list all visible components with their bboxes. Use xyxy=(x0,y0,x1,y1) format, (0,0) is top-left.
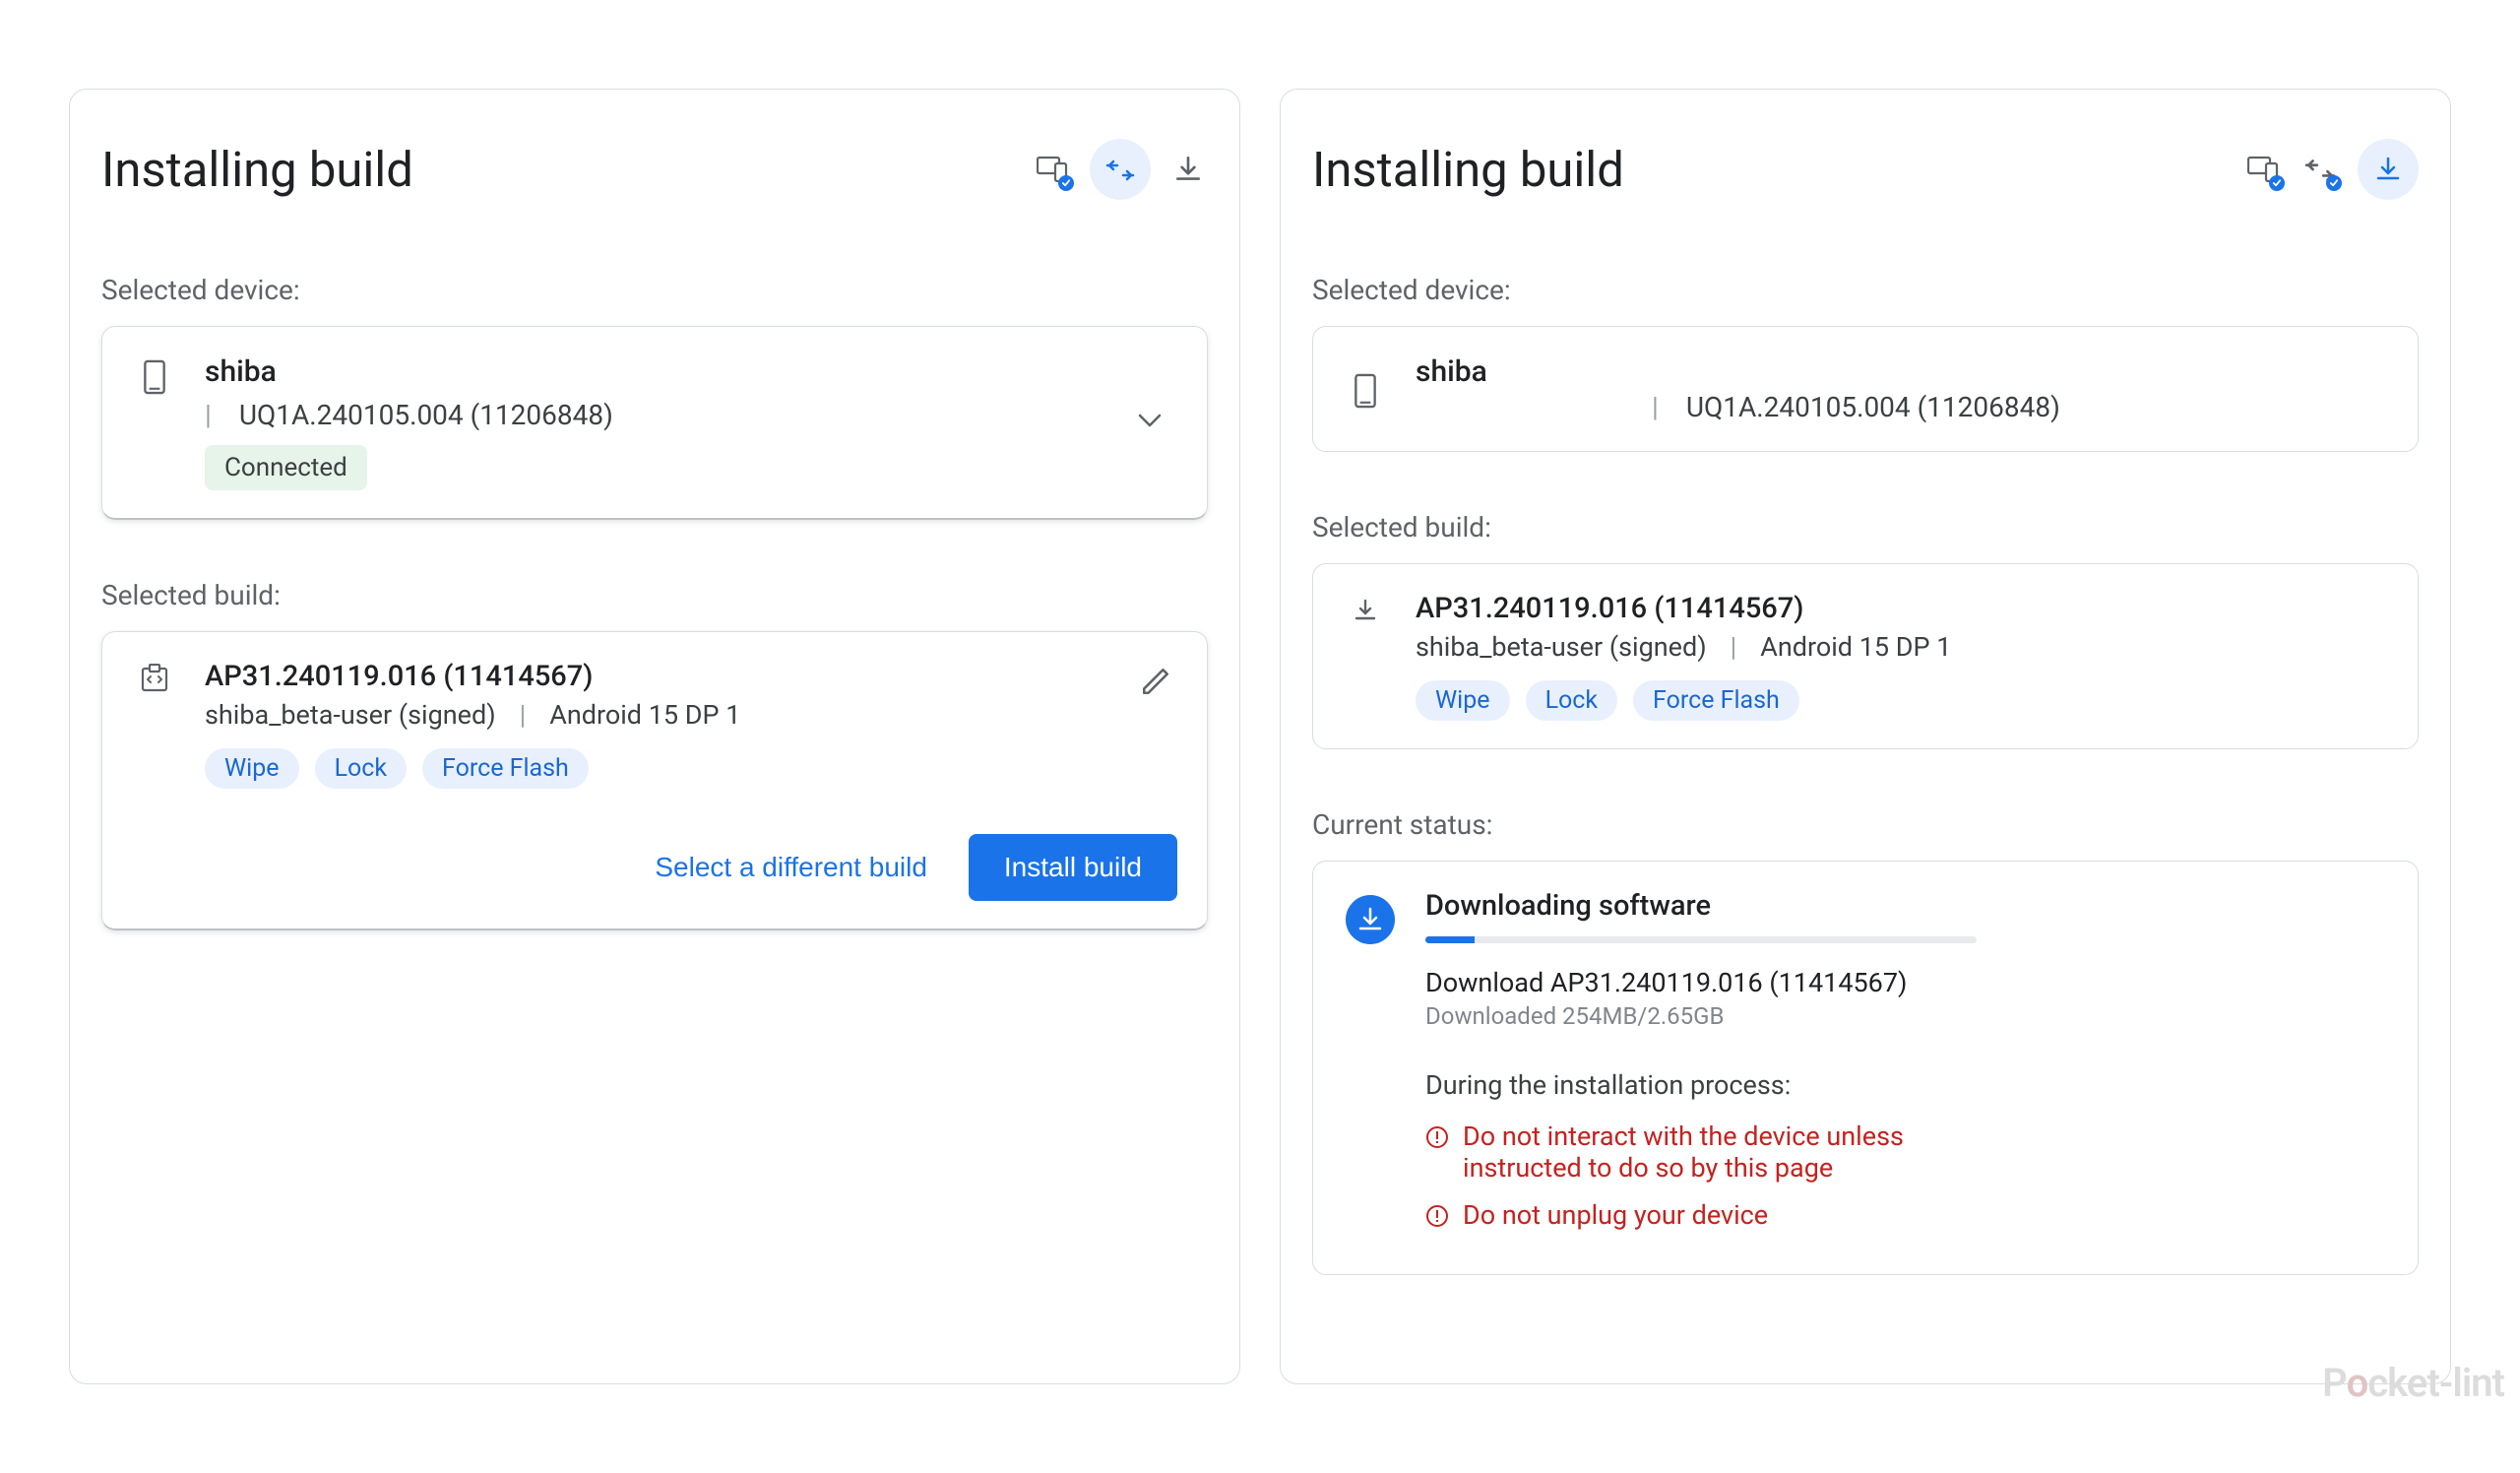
build-id: AP31.240119.016 (11414567) xyxy=(205,660,1106,693)
connected-chip: Connected xyxy=(205,445,367,490)
phone-icon xyxy=(1343,368,1388,410)
edit-build-button[interactable] xyxy=(1134,660,1177,707)
chip-force-flash: Force Flash xyxy=(1633,680,1799,721)
check-badge-icon xyxy=(2269,175,2285,191)
selected-device-label: Selected device: xyxy=(101,274,1208,306)
device-name: shiba xyxy=(205,354,1108,389)
device-build-id: UQ1A.240105.004 (11206848) xyxy=(239,399,613,431)
chevron-down-icon[interactable] xyxy=(1136,407,1177,438)
download-line: Download AP31.240119.016 (11414567) xyxy=(1425,967,2388,998)
check-badge-icon xyxy=(2326,175,2342,191)
build-variant: shiba_beta-user (signed) xyxy=(1416,631,1707,663)
panel-title: Installing build xyxy=(1312,142,1624,198)
download-icon xyxy=(1343,592,1388,625)
build-release: Android 15 DP 1 xyxy=(549,699,740,731)
selected-build-label: Selected build: xyxy=(101,579,1208,611)
device-card: shiba | UQ1A.240105.004 (11206848) xyxy=(1312,326,2419,452)
select-different-build-button[interactable]: Select a different build xyxy=(649,842,933,893)
build-card: AP31.240119.016 (11414567) shiba_beta-us… xyxy=(101,631,1208,930)
step-transfer-icon xyxy=(1090,139,1151,200)
selected-build-label: Selected build: xyxy=(1312,511,2419,544)
download-progress-icon xyxy=(1346,895,1395,944)
device-build-id: UQ1A.240105.004 (11206848) xyxy=(1686,391,2060,423)
device-name: shiba xyxy=(1416,354,2388,389)
chip-lock: Lock xyxy=(315,748,407,789)
warning-no-unplug: Do not unplug your device xyxy=(1425,1199,1957,1231)
stepper xyxy=(2243,139,2419,200)
download-progress-bar xyxy=(1425,936,1977,943)
download-bytes: Downloaded 254MB/2.65GB xyxy=(1425,1002,2388,1030)
device-card[interactable]: shiba | UQ1A.240105.004 (11206848) Conne… xyxy=(101,326,1208,520)
install-build-button[interactable]: Install build xyxy=(969,834,1177,901)
check-badge-icon xyxy=(1058,175,1074,191)
status-card: Downloading software Download AP31.24011… xyxy=(1312,861,2419,1275)
install-panel-ready: Installing build Selected device: shib xyxy=(69,89,1240,1384)
chip-wipe: Wipe xyxy=(205,748,299,789)
current-status-label: Current status: xyxy=(1312,808,2419,841)
watermark: Pocket-lint xyxy=(2322,1360,2504,1406)
build-card: AP31.240119.016 (11414567) shiba_beta-us… xyxy=(1312,563,2419,749)
step-transfer-icon xyxy=(2300,150,2340,189)
build-release: Android 15 DP 1 xyxy=(1760,631,1951,663)
step-device-icon xyxy=(2243,150,2283,189)
warning-no-interact: Do not interact with the device unless i… xyxy=(1425,1121,1957,1184)
step-download-icon xyxy=(1168,150,1208,189)
warn-icon xyxy=(1425,1204,1449,1228)
phone-icon xyxy=(132,354,177,396)
panel-title: Installing build xyxy=(101,142,413,198)
chip-lock: Lock xyxy=(1526,680,1617,721)
install-panel-downloading: Installing build Selected device: xyxy=(1280,89,2451,1384)
clipboard-code-icon xyxy=(132,660,177,693)
build-id: AP31.240119.016 (11414567) xyxy=(1416,592,2388,625)
step-download-icon xyxy=(2358,139,2419,200)
status-title: Downloading software xyxy=(1425,889,2388,923)
chip-wipe: Wipe xyxy=(1416,680,1510,721)
build-variant: shiba_beta-user (signed) xyxy=(205,699,496,731)
install-note: During the installation process: xyxy=(1425,1069,2388,1101)
step-device-icon xyxy=(1033,150,1072,189)
stepper xyxy=(1033,139,1208,200)
selected-device-label: Selected device: xyxy=(1312,274,2419,306)
warn-icon xyxy=(1425,1125,1449,1149)
chip-force-flash: Force Flash xyxy=(422,748,589,789)
